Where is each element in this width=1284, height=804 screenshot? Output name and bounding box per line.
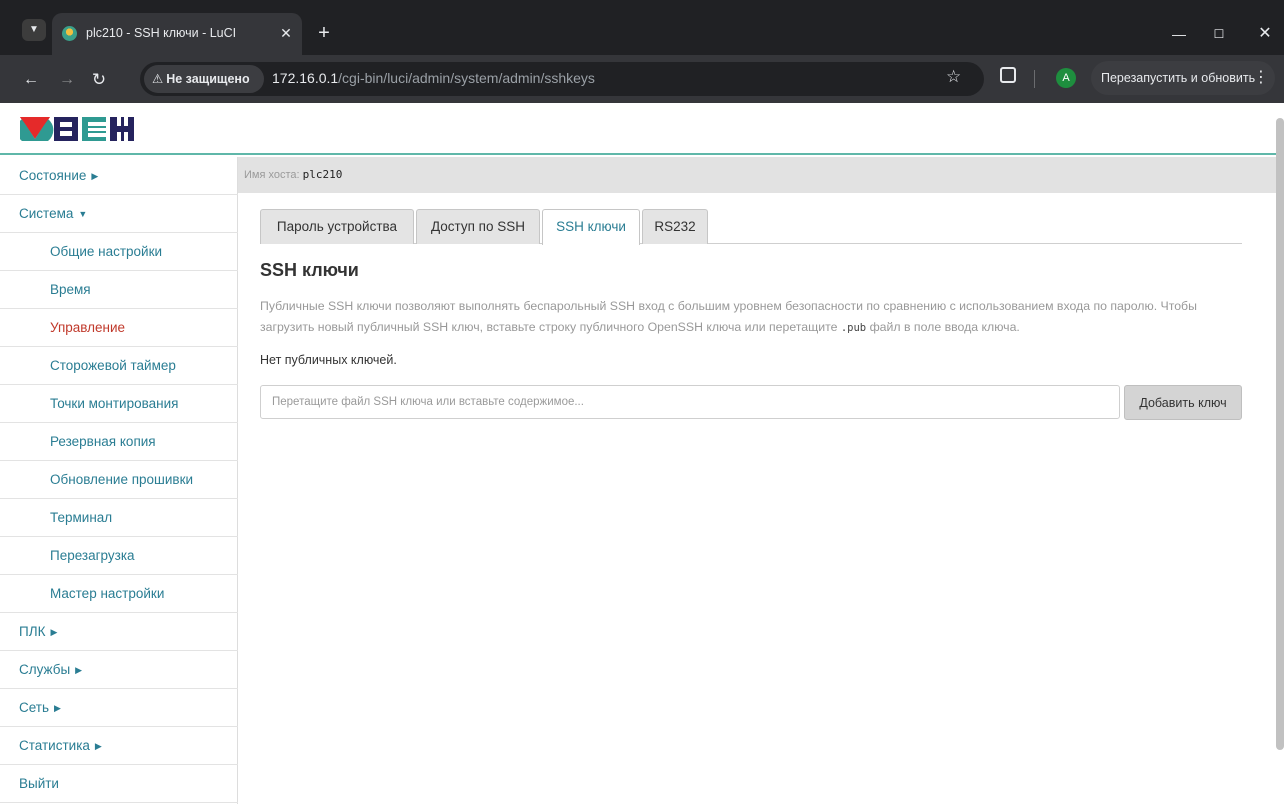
add-key-button[interactable]: Добавить ключ	[1124, 385, 1242, 420]
section-description: Публичные SSH ключи позволяют выполнять …	[260, 296, 1250, 339]
caret-right-icon: ▶	[94, 741, 102, 751]
sidebar-item-watchdog[interactable]: Сторожевой таймер	[0, 347, 238, 385]
sidebar-item-label: Состояние	[19, 168, 87, 183]
tab-rs232[interactable]: RS232	[642, 209, 708, 244]
plus-icon[interactable]: +	[312, 22, 336, 46]
browser-toolbar: ← → ↻ ⚠ Не защищено 172.16.0.1/cgi-bin/lu…	[0, 55, 1284, 103]
relaunch-label: Перезапустить и обновить	[1101, 71, 1256, 85]
sidebar-item-terminal[interactable]: Терминал	[0, 499, 238, 537]
sidebar-item-plc[interactable]: ПЛК ▶	[0, 613, 238, 651]
sidebar-item-status[interactable]: Состояние ▶	[0, 157, 238, 195]
minimize-icon[interactable]: —	[1164, 24, 1194, 44]
caret-down-icon: ▼	[78, 209, 88, 219]
relaunch-button[interactable]: Перезапустить и обновить ⋮	[1091, 61, 1275, 95]
sidebar-item-reboot[interactable]: Перезагрузка	[0, 537, 238, 575]
security-indicator[interactable]: ⚠ Не защищено	[144, 65, 264, 93]
tab-title: plc210 - SSH ключи - LuCI	[86, 26, 237, 40]
page-scrollbar[interactable]	[1276, 118, 1284, 750]
main-content: Имя хоста: plc210 Пароль устройства Дост…	[238, 157, 1276, 804]
sidebar-item-logout[interactable]: Выйти	[0, 765, 238, 803]
browser-tab-bar: ▼ plc210 - SSH ключи - LuCI ✕ + — ☐ ✕	[0, 0, 1284, 55]
caret-right-icon: ▶	[54, 703, 61, 713]
browser-tab[interactable]: plc210 - SSH ключи - LuCI ✕	[52, 13, 302, 55]
section-title: SSH ключи	[260, 260, 359, 280]
sidebar-item-backup[interactable]: Резервная копия	[0, 423, 238, 461]
profile-avatar[interactable]: A	[1056, 68, 1076, 88]
tab-search-icon[interactable]: ▼	[22, 19, 46, 41]
close-icon[interactable]: ✕	[276, 23, 296, 43]
favicon-icon	[62, 26, 77, 41]
back-icon[interactable]: ←	[20, 69, 42, 91]
tab-bar: Пароль устройства Доступ по SSH SSH ключ…	[260, 209, 1242, 245]
address-bar[interactable]: ⚠ Не защищено 172.16.0.1/cgi-bin/luci/adm…	[140, 62, 984, 96]
sidebar-menu: Состояние ▶ Система ▼ Общие настройки Врем…	[0, 157, 238, 804]
extensions-icon[interactable]	[1000, 67, 1016, 83]
tab-ssh-access[interactable]: Доступ по SSH	[416, 209, 540, 244]
sidebar-item-label: Службы	[19, 662, 71, 677]
sidebar-item-setup-wizard[interactable]: Мастер настройки	[0, 575, 238, 613]
sidebar-item-label: Сеть	[19, 700, 50, 715]
sidebar-item-label: Система	[19, 206, 74, 221]
hostname-label: Имя хоста:	[244, 169, 300, 181]
sidebar-item-time[interactable]: Время	[0, 271, 238, 309]
pub-extension-code: .pub	[840, 322, 867, 334]
caret-right-icon: ▶	[75, 665, 83, 675]
tab-ssh-keys[interactable]: SSH ключи	[542, 209, 640, 245]
reload-icon[interactable]: ↻	[88, 69, 110, 91]
security-label: Не защищено	[166, 72, 250, 86]
ssh-key-input[interactable]	[260, 385, 1120, 419]
sidebar-item-statistics[interactable]: Статистика ▶	[0, 727, 238, 765]
hostname-value: plc210	[302, 168, 343, 181]
maximize-icon[interactable]: ☐	[1204, 24, 1234, 44]
sidebar-item-administration[interactable]: Управление	[0, 309, 238, 347]
more-icon[interactable]: ⋮	[1253, 61, 1269, 95]
oven-logo	[20, 117, 134, 141]
warning-icon: ⚠	[152, 72, 164, 86]
sidebar-item-firmware-update[interactable]: Обновление прошивки	[0, 461, 238, 499]
caret-right-icon: ▶	[50, 627, 58, 637]
description-text-end: файл в поле ввода ключа.	[869, 320, 1020, 334]
sidebar-item-mount-points[interactable]: Точки монтирования	[0, 385, 238, 423]
sidebar-item-system[interactable]: Система ▼	[0, 195, 238, 233]
header	[0, 103, 1276, 155]
no-keys-message: Нет публичных ключей.	[260, 353, 397, 367]
sidebar-item-services[interactable]: Службы ▶	[0, 651, 238, 689]
sidebar-item-general-settings[interactable]: Общие настройки	[0, 233, 238, 271]
window-close-icon[interactable]: ✕	[1250, 24, 1280, 44]
star-icon[interactable]: ☆	[946, 67, 961, 87]
toolbar-divider	[1034, 70, 1035, 88]
forward-icon[interactable]: →	[56, 69, 78, 91]
url-path: /cgi-bin/luci/admin/system/admin/sshkeys	[338, 70, 595, 86]
tab-device-password[interactable]: Пароль устройства	[260, 209, 414, 244]
hostname-bar: Имя хоста: plc210	[238, 157, 1276, 193]
url-text[interactable]: 172.16.0.1/cgi-bin/luci/admin/system/adm…	[272, 70, 595, 86]
description-text: Публичные SSH ключи позволяют выполнять …	[260, 299, 1197, 334]
url-host: 172.16.0.1	[272, 70, 339, 86]
sidebar-item-label: Статистика	[19, 738, 90, 753]
sidebar-item-label: ПЛК	[19, 624, 46, 639]
page: Состояние ▶ Система ▼ Общие настройки Врем…	[0, 103, 1284, 804]
caret-right-icon: ▶	[91, 171, 99, 181]
sidebar-item-network[interactable]: Сеть ▶	[0, 689, 238, 727]
